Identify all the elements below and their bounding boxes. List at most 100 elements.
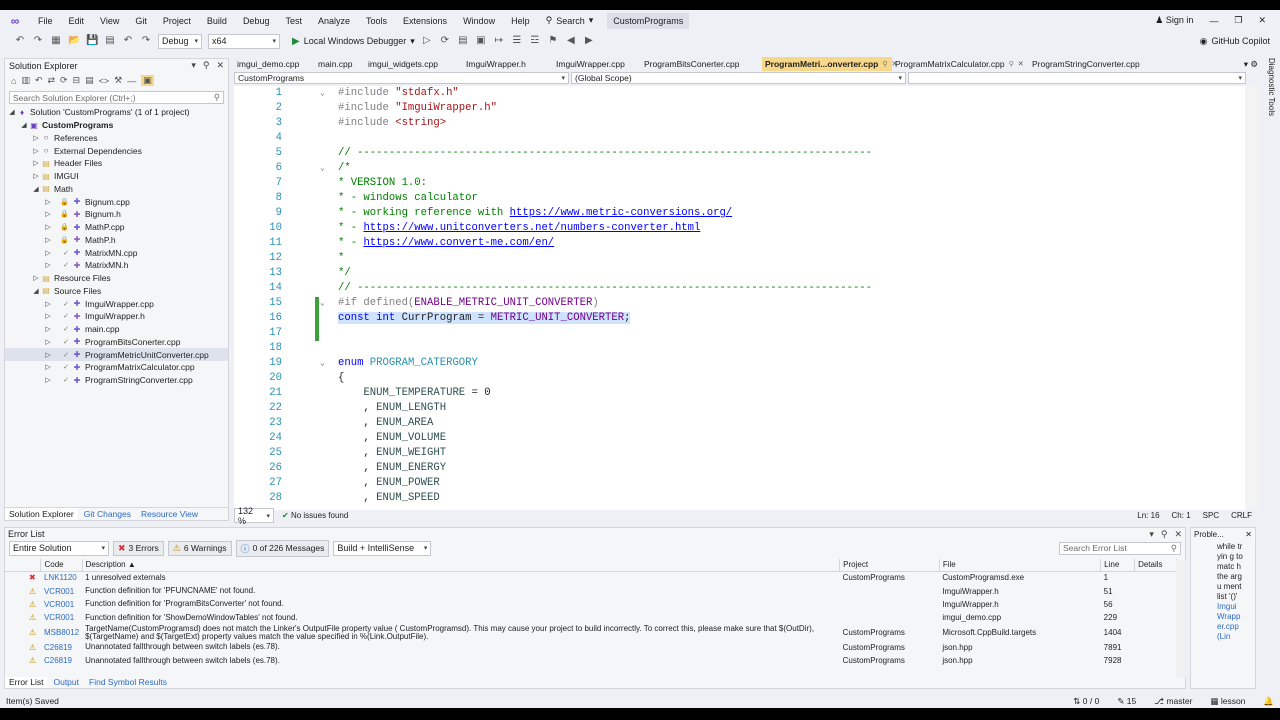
code-line[interactable]: 18 <box>234 341 1245 356</box>
tree-item[interactable]: ▷ ✓ ✚ MatrixMN.h <box>5 259 228 272</box>
menu-git[interactable]: Git <box>127 16 155 26</box>
step-icon[interactable]: ↦ <box>493 35 505 47</box>
diagnostic-tools-tab[interactable]: Diagnostic Tools <box>1262 58 1276 118</box>
github-copilot-button[interactable]: ◉ GitHub Copilot <box>1200 36 1270 47</box>
home-icon[interactable]: ⌂ <box>11 76 16 86</box>
expand-chevron-icon[interactable]: ▷ <box>43 312 53 320</box>
pin-icon[interactable]: ⚲ <box>203 60 210 71</box>
close-tab-icon[interactable]: ✕ <box>1018 60 1024 68</box>
solution-configurations-icon[interactable]: ▣ <box>475 35 487 47</box>
expanded-chevron-icon[interactable]: ◢ <box>31 287 41 295</box>
expand-chevron-icon[interactable]: ▷ <box>43 261 53 269</box>
tab-find-symbol-results[interactable]: Find Symbol Results <box>85 677 171 688</box>
close-icon[interactable]: ✕ <box>1245 530 1252 539</box>
error-row[interactable]: ⚠ C26819 Unannotated fallthrough between s… <box>5 641 1177 654</box>
error-search-input[interactable]: Search Error List ⚲ <box>1059 541 1181 555</box>
code-line[interactable]: 7 * VERSION 1.0: <box>234 176 1245 191</box>
code-line[interactable]: 1 ⌄ #include "stdafx.h" <box>234 86 1245 101</box>
redo-icon[interactable]: ↷ <box>140 35 152 47</box>
tree-item[interactable]: ▷ ○ References <box>5 132 228 145</box>
code-line[interactable]: 19 ⌄ enum PROGRAM_CATERGORY <box>234 356 1245 371</box>
code-line[interactable]: 4 <box>234 131 1245 146</box>
error-list-scrollbar[interactable] <box>1176 560 1186 677</box>
pin-tab-icon[interactable]: ⚲ <box>1009 60 1014 68</box>
menu-debug[interactable]: Debug <box>235 16 278 26</box>
forward-icon[interactable]: ↷ <box>32 35 44 47</box>
menu-file[interactable]: File <box>30 16 61 26</box>
tab-solution-explorer[interactable]: Solution Explorer <box>5 508 78 520</box>
editor-tab[interactable]: imgui_demo.cpp <box>234 57 315 71</box>
zoom-dropdown[interactable]: 132 % ▾ <box>234 506 274 526</box>
dropdown-icon[interactable]: ▾ <box>191 60 196 71</box>
column-file[interactable]: File <box>939 559 1102 572</box>
tree-item[interactable]: ▷ 🔒 ✚ Bignum.cpp <box>5 195 228 208</box>
code-line[interactable]: 2 #include "ImguiWrapper.h" <box>234 101 1245 116</box>
expand-chevron-icon[interactable]: ▷ <box>43 198 53 206</box>
pending-edits-indicator[interactable]: ✎ 15 <box>1117 696 1136 707</box>
code-line[interactable]: 14 // -----------------------------------… <box>234 281 1245 296</box>
tree-item[interactable]: ◢ ▤ Math <box>5 183 228 196</box>
warnings-filter-button[interactable]: ⚠ 6 Warnings <box>167 540 232 556</box>
code-line[interactable]: 25 , ENUM_WEIGHT <box>234 446 1245 461</box>
code-line[interactable]: 24 , ENUM_VOLUME <box>234 431 1245 446</box>
tree-item[interactable]: ▷ ○ External Dependencies <box>5 144 228 157</box>
tree-item[interactable]: ▷ ✓ ✚ ProgramMetricUnitConverter.cpp <box>5 348 228 361</box>
build-filter-dropdown[interactable]: Build + IntelliSense ▾ <box>333 540 432 556</box>
tab-error-list[interactable]: Error List <box>5 677 48 688</box>
tree-item[interactable]: ▷ ▤ Header Files <box>5 157 228 170</box>
back-icon[interactable]: ↶ <box>35 75 43 86</box>
tree-item[interactable]: ▷ ▤ IMGUI <box>5 170 228 183</box>
expand-chevron-icon[interactable]: ▷ <box>43 363 53 371</box>
fold-chevron-icon[interactable]: ⌄ <box>320 86 325 101</box>
tree-item[interactable]: ◢ ▤ Source Files <box>5 285 228 298</box>
open-file-icon[interactable]: 📂 <box>68 35 80 47</box>
start-without-debugging-icon[interactable]: ▷ <box>421 35 433 47</box>
issues-indicator[interactable]: ✔ No issues found <box>282 511 348 520</box>
line-endings[interactable]: CRLF <box>1231 511 1252 520</box>
code-line[interactable]: 13 */ <box>234 266 1245 281</box>
menu-view[interactable]: View <box>92 16 127 26</box>
menu-extensions[interactable]: Extensions <box>395 16 455 26</box>
branch-indicator[interactable]: ⎇ master <box>1154 696 1192 707</box>
project-dropdown[interactable]: CustomPrograms ▾ <box>234 72 569 84</box>
editor-tab[interactable]: imgui_widgets.cpp <box>365 57 463 71</box>
repository-indicator[interactable]: ▦ lesson <box>1210 696 1245 707</box>
tree-item[interactable]: ▷ ✓ ✚ ImguiWrapper.h <box>5 310 228 323</box>
collapsed-chevron-icon[interactable]: ▷ <box>31 172 41 180</box>
tree-item[interactable]: ▷ 🔒 ✚ MathP.cpp <box>5 221 228 234</box>
errors-filter-button[interactable]: ✖ 3 Errors <box>113 540 164 556</box>
code-line[interactable]: 12 * <box>234 251 1245 266</box>
tree-item[interactable]: ▷ ✓ ✚ MatrixMN.cpp <box>5 246 228 259</box>
close-icon[interactable]: ✕ <box>216 60 224 71</box>
menu-project[interactable]: Project <box>155 16 199 26</box>
code-line[interactable]: 3 #include <string> <box>234 116 1245 131</box>
code-line[interactable]: 16 const int CurrProgram = METRIC_UNIT_CO… <box>234 311 1245 326</box>
refresh-icon[interactable]: ⟳ <box>439 35 451 47</box>
preview-selected-items-icon[interactable]: ▣ <box>141 75 154 86</box>
error-row[interactable]: ⚠ VCR001 Function definition for 'ShowDemo… <box>5 611 1177 624</box>
undo-icon[interactable]: ↶ <box>122 35 134 47</box>
menu-edit[interactable]: Edit <box>61 16 93 26</box>
code-line[interactable]: 6 ⌄ /* <box>234 161 1245 176</box>
bookmark-icon[interactable]: ⚑ <box>547 35 559 47</box>
pin-tab-icon[interactable]: ⚲ <box>882 60 887 68</box>
column-line[interactable]: Line <box>1100 559 1136 572</box>
notifications-icon[interactable]: 🔔 <box>1263 696 1274 707</box>
indentation-mode[interactable]: SPC <box>1203 511 1219 520</box>
scope-filter-dropdown[interactable]: Entire Solution ▾ <box>9 540 109 556</box>
editor-tab[interactable]: ProgramStringConverter.cpp <box>1029 57 1169 71</box>
editor-tab[interactable]: ProgramBitsConerter.cpp <box>641 57 762 71</box>
messages-filter-button[interactable]: ⓘ 0 of 226 Messages <box>235 539 330 557</box>
code-line[interactable]: 15 ⌄ #if defined(ENABLE_METRIC_UNIT_CONVER… <box>234 296 1245 311</box>
error-row[interactable]: ⚠ VCR001 Function definition for 'ProgramB… <box>5 598 1177 611</box>
scope-dropdown[interactable]: (Global Scope) ▾ <box>571 72 906 84</box>
editor-tab[interactable]: main.cpp <box>315 57 365 71</box>
fold-chevron-icon[interactable]: ⌄ <box>320 356 325 371</box>
tree-item[interactable]: ▷ ✓ ✚ ProgramBitsConerter.cpp <box>5 336 228 349</box>
tree-item[interactable]: ▷ ✓ ✚ ProgramMatrixCalculator.cpp <box>5 361 228 374</box>
column-code[interactable]: Code <box>40 559 83 572</box>
pin-icon[interactable]: ⚲ <box>1161 529 1168 540</box>
expand-chevron-icon[interactable]: ▷ <box>43 223 53 231</box>
code-line[interactable]: 9 * - working reference with https://www.… <box>234 206 1245 221</box>
error-row[interactable]: ⚠ VCR001 Function definition for 'PFUNCNAM… <box>5 584 1177 597</box>
